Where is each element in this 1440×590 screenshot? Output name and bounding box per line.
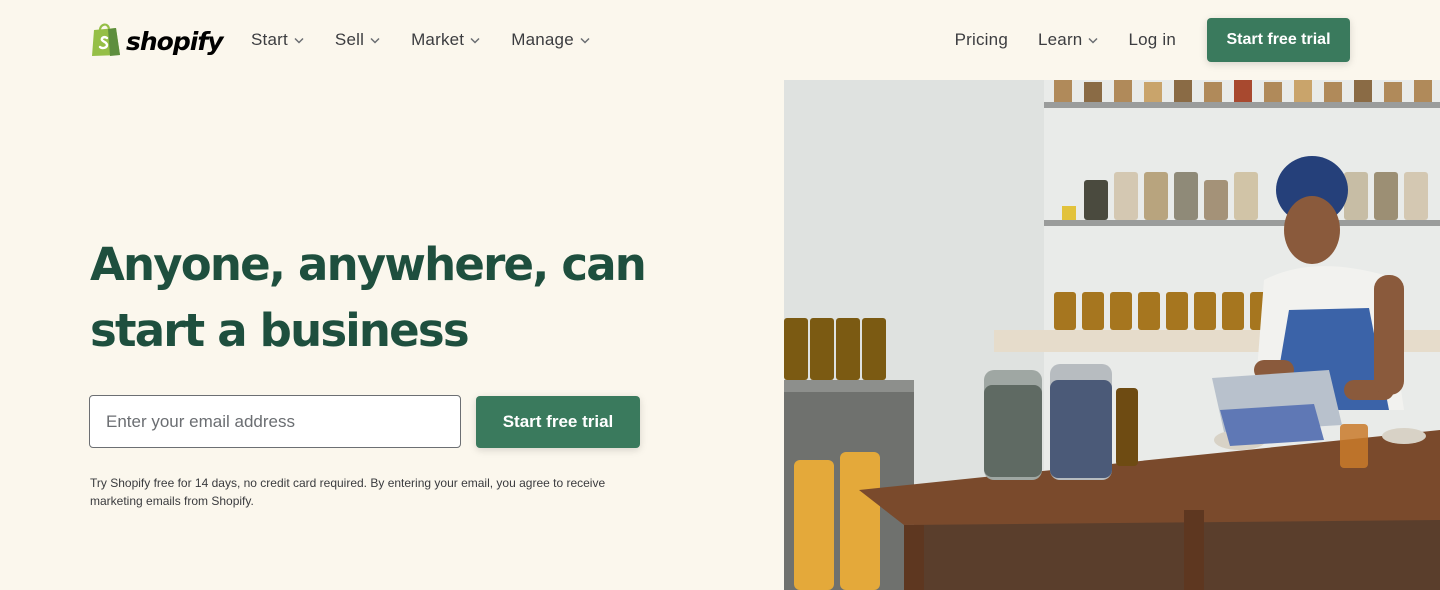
page: shopify Start Sell Market Manage Pricing… [0, 0, 1440, 590]
nav-item-label: Start [251, 30, 288, 49]
nav-item-login[interactable]: Log in [1128, 30, 1176, 50]
signup-form: Start free trial [89, 395, 640, 448]
primary-nav: Start Sell Market Manage [251, 0, 590, 80]
nav-item-label: Sell [334, 30, 365, 49]
nav-item-label: Market [411, 30, 465, 49]
email-input[interactable] [89, 395, 461, 448]
chevron-down-icon [470, 37, 480, 44]
chevron-down-icon [1088, 37, 1098, 44]
disclaimer-line2: marketing emails from Shopify. [90, 494, 254, 508]
chevron-down-icon [370, 37, 380, 44]
nav-item-sell[interactable]: Sell [335, 30, 380, 50]
chevron-down-icon [294, 37, 304, 44]
nav-item-pricing[interactable]: Pricing [955, 30, 1008, 50]
nav-item-start[interactable]: Start [251, 30, 304, 50]
hero-title-line2: start a business [90, 304, 470, 357]
hero-title: Anyone, anywhere, can start a business [90, 232, 690, 364]
nav-item-label: Learn [1037, 30, 1083, 49]
nav-item-learn[interactable]: Learn [1038, 30, 1098, 50]
nav-item-market[interactable]: Market [411, 30, 480, 50]
nav-item-label: Manage [511, 30, 574, 49]
hero-image [784, 80, 1440, 590]
hero-title-line1: Anyone, anywhere, can [90, 238, 647, 291]
middle-shelf [1044, 172, 1440, 226]
nav-item-label: Log in [1128, 30, 1176, 49]
nav-item-label: Pricing [954, 30, 1008, 49]
logo-wordmark: shopify [126, 27, 223, 56]
hero-start-trial-button[interactable]: Start free trial [476, 395, 640, 448]
shopping-bag-icon [90, 21, 122, 62]
secondary-nav: Pricing Learn Log in Start free trial [955, 0, 1350, 80]
trial-disclaimer: Try Shopify free for 14 days, no credit … [90, 474, 650, 510]
disclaimer-line1: Try Shopify free for 14 days, no credit … [90, 476, 606, 490]
shopify-logo[interactable]: shopify [90, 21, 223, 62]
header-start-trial-button[interactable]: Start free trial [1207, 18, 1350, 62]
chevron-down-icon [580, 37, 590, 44]
nav-item-manage[interactable]: Manage [511, 30, 590, 50]
site-header: shopify Start Sell Market Manage Pricing… [0, 0, 1440, 80]
